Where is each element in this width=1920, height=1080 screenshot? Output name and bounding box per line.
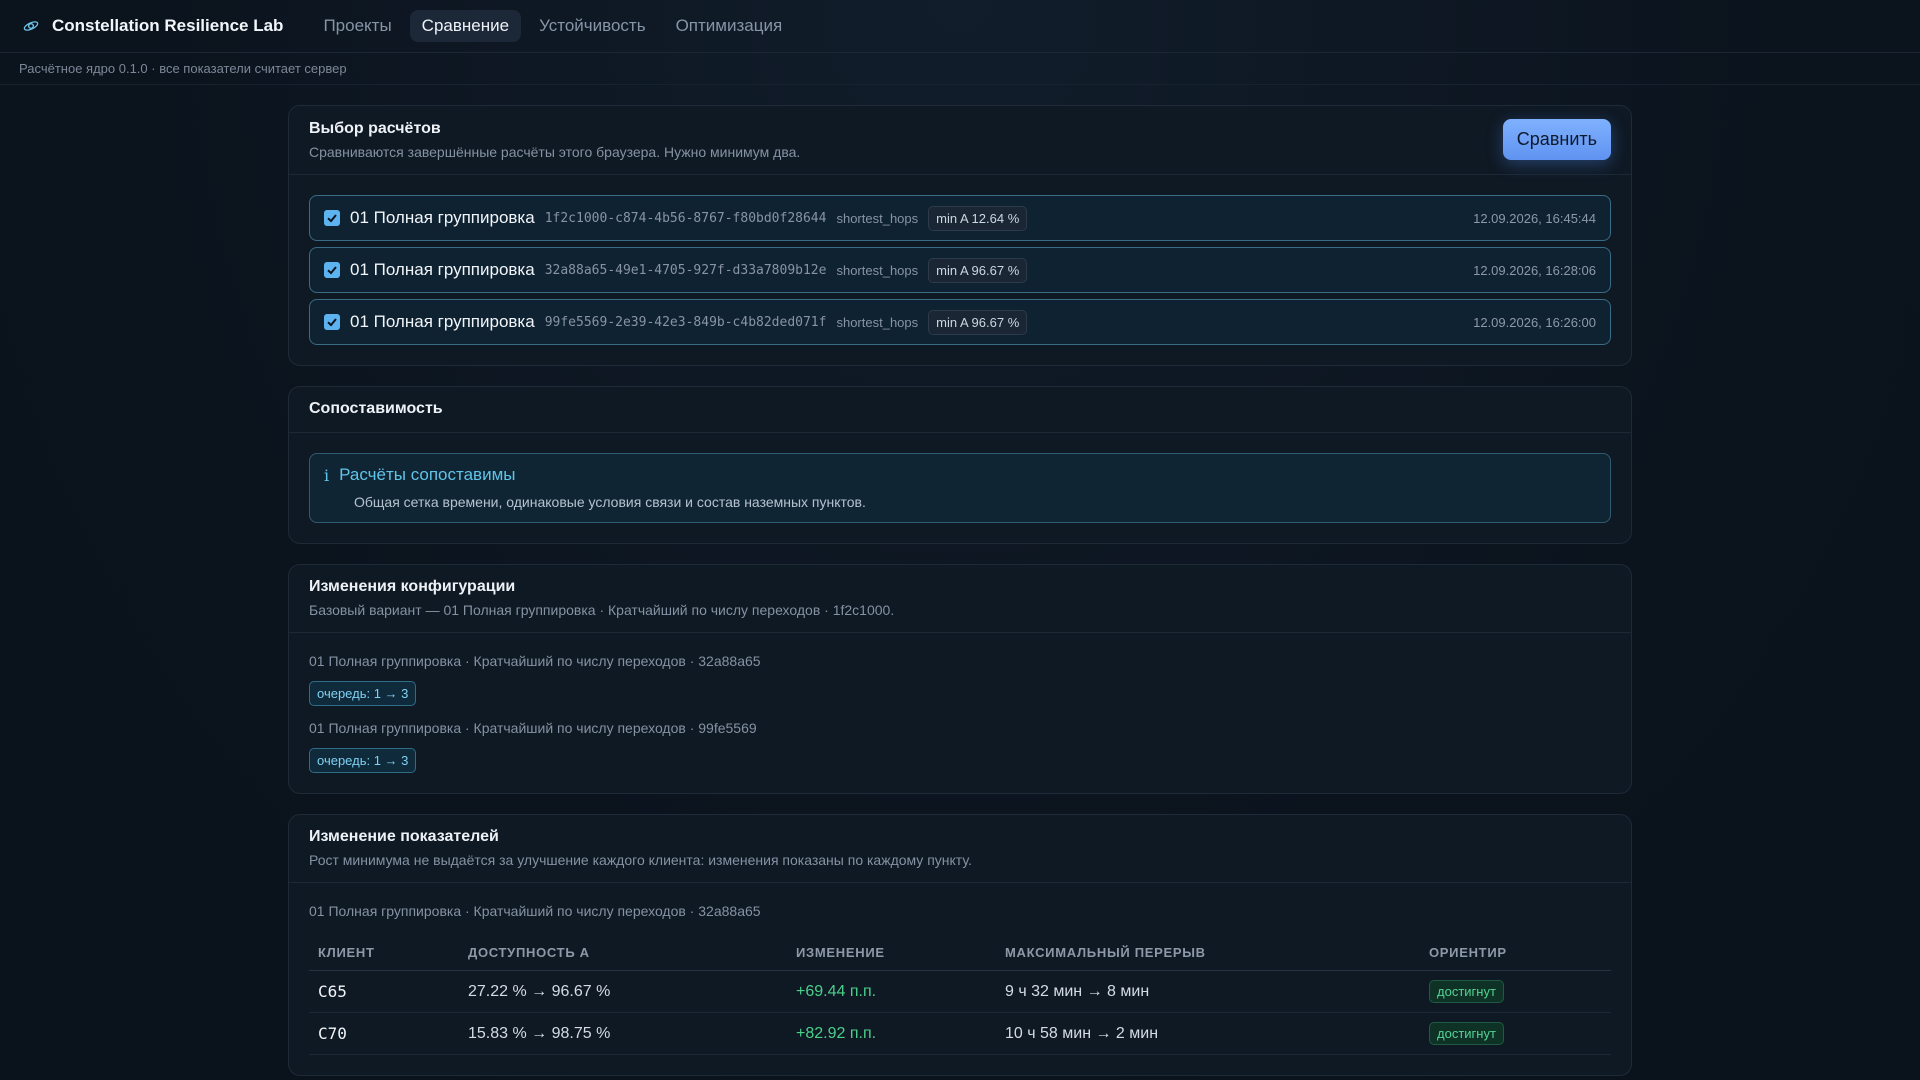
engine-version-bar: Расчётное ядро 0.1.0 · все показатели сч…	[0, 53, 1920, 85]
target-status-badge: достигнут	[1429, 1022, 1504, 1045]
max-gap-change: 9 ч 32 мин → 8 мин	[996, 970, 1420, 1013]
main-content: Выбор расчётов Сравниваются завершённые …	[288, 85, 1632, 1076]
run-checkbox[interactable]	[324, 210, 340, 226]
comparability-header: Сопоставимость	[289, 387, 1631, 433]
config-run-line: 01 Полная группировка · Кратчайший по чи…	[309, 720, 757, 736]
target-cell: достигнут	[1420, 1012, 1611, 1055]
checkmark-icon	[327, 318, 337, 327]
config-changes-panel: Изменения конфигурации Базовый вариант —…	[288, 564, 1632, 794]
panel-description: Сравниваются завершённые расчёты этого б…	[309, 143, 801, 160]
metrics-body: 01 Полная группировка · Кратчайший по чи…	[289, 883, 1631, 1075]
run-id: 1f2c1000-c874-4b56-8767-f80bd0f28644	[544, 210, 827, 226]
run-date: 12.09.2026, 16:28:06	[1473, 262, 1596, 278]
panel-description: Базовый вариант — 01 Полная группировка …	[309, 602, 895, 618]
min-availability-badge: min A 12.64 %	[928, 205, 1028, 231]
run-date: 12.09.2026, 16:26:00	[1473, 314, 1596, 330]
panel-title: Сопоставимость	[309, 400, 443, 417]
panel-title: Изменения конфигурации	[309, 578, 516, 595]
availability-delta: +82.92 п.п.	[787, 1012, 996, 1055]
run-name: 01 Полная группировка	[350, 312, 535, 331]
satellite-icon	[23, 21, 39, 31]
run-algorithm: shortest_hops	[836, 210, 919, 226]
metrics-header: Изменение показателей Рост минимума не в…	[289, 815, 1631, 883]
min-availability-badge: min A 96.67 %	[928, 257, 1028, 283]
config-changes-body: 01 Полная группировка · Кратчайший по чи…	[289, 633, 1631, 793]
queue-change-chip: очередь: 1 → 3	[309, 681, 417, 706]
availability-delta: +69.44 п.п.	[787, 970, 996, 1013]
min-availability-badge: min A 96.67 %	[928, 309, 1028, 335]
column-header-target[interactable]: ОРИЕНТИР	[1420, 935, 1611, 971]
table-header-row: КЛИЕНТ ДОСТУПНОСТЬ A ИЗМЕНЕНИЕ МАКСИМАЛЬ…	[309, 935, 1611, 971]
comparability-panel: Сопоставимость i Расчёты сопоставимы Общ…	[288, 386, 1632, 544]
brand[interactable]: Constellation Resilience Lab	[22, 16, 283, 36]
run-list: 01 Полная группировка 1f2c1000-c874-4b56…	[289, 175, 1631, 365]
top-navigation-bar: Constellation Resilience Lab Проекты Сра…	[0, 0, 1920, 53]
run-checkbox[interactable]	[324, 314, 340, 330]
info-icon: i	[324, 465, 330, 485]
table-row[interactable]: C70 15.83 % → 98.75 % +82.92 п.п. 10 ч 5…	[309, 1012, 1611, 1055]
app-name: Constellation Resilience Lab	[52, 16, 284, 35]
checkmark-icon	[327, 214, 337, 223]
run-selection-panel: Выбор расчётов Сравниваются завершённые …	[288, 105, 1632, 366]
run-algorithm: shortest_hops	[836, 314, 919, 330]
panel-title: Выбор расчётов	[309, 119, 441, 137]
info-text: Общая сетка времени, одинаковые условия …	[354, 494, 866, 510]
comparability-info-box: i Расчёты сопоставимы Общая сетка времен…	[309, 453, 1611, 523]
target-cell: достигнут	[1420, 970, 1611, 1013]
column-header-availability[interactable]: ДОСТУПНОСТЬ A	[459, 935, 787, 971]
run-row[interactable]: 01 Полная группировка 1f2c1000-c874-4b56…	[309, 195, 1611, 241]
run-algorithm: shortest_hops	[836, 262, 919, 278]
main-nav: Проекты Сравнение Устойчивость Оптимизац…	[311, 10, 794, 42]
run-selection-header: Выбор расчётов Сравниваются завершённые …	[289, 106, 1631, 175]
run-date: 12.09.2026, 16:45:44	[1473, 210, 1596, 226]
client-id: C70	[309, 1012, 459, 1055]
compare-button[interactable]: Сравнить	[1502, 119, 1611, 160]
queue-change-chip: очередь: 1 → 3	[309, 748, 417, 773]
panel-description: Рост минимума не выдаётся за улучшение к…	[309, 852, 972, 868]
max-gap-change: 10 ч 58 мин → 2 мин	[996, 1012, 1420, 1055]
tab-comparison[interactable]: Сравнение	[409, 10, 522, 42]
run-checkbox[interactable]	[324, 262, 340, 278]
info-title: Расчёты сопоставимы	[339, 465, 516, 484]
tab-projects[interactable]: Проекты	[311, 10, 403, 42]
availability-change: 15.83 % → 98.75 %	[459, 1012, 787, 1055]
config-run-line: 01 Полная группировка · Кратчайший по чи…	[309, 653, 761, 669]
table-row[interactable]: C65 27.22 % → 96.67 % +69.44 п.п. 9 ч 32…	[309, 970, 1611, 1013]
run-name: 01 Полная группировка	[350, 208, 535, 227]
run-id: 32a88a65-49e1-4705-927f-d33a7809b12e	[544, 262, 827, 278]
run-name: 01 Полная группировка	[350, 260, 535, 279]
column-header-max-gap[interactable]: МАКСИМАЛЬНЫЙ ПЕРЕРЫВ	[996, 935, 1420, 971]
comparison-caption: 01 Полная группировка · Кратчайший по чи…	[309, 903, 761, 919]
checkmark-icon	[327, 266, 337, 275]
config-changes-header: Изменения конфигурации Базовый вариант —…	[289, 565, 1631, 633]
tab-optimization[interactable]: Оптимизация	[664, 10, 795, 42]
run-id: 99fe5569-2e39-42e3-849b-c4b82ded071f	[544, 314, 827, 330]
metrics-change-panel: Изменение показателей Рост минимума не в…	[288, 814, 1632, 1076]
run-row[interactable]: 01 Полная группировка 99fe5569-2e39-42e3…	[309, 299, 1611, 345]
target-status-badge: достигнут	[1429, 980, 1504, 1003]
run-row[interactable]: 01 Полная группировка 32a88a65-49e1-4705…	[309, 247, 1611, 293]
client-id: C65	[309, 970, 459, 1013]
panel-title: Изменение показателей	[309, 828, 499, 845]
column-header-change[interactable]: ИЗМЕНЕНИЕ	[787, 935, 996, 971]
tab-resilience[interactable]: Устойчивость	[527, 10, 658, 42]
comparability-body: i Расчёты сопоставимы Общая сетка времен…	[289, 433, 1631, 543]
availability-change: 27.22 % → 96.67 %	[459, 970, 787, 1013]
metrics-table: КЛИЕНТ ДОСТУПНОСТЬ A ИЗМЕНЕНИЕ МАКСИМАЛЬ…	[309, 935, 1611, 1055]
engine-version-text: Расчётное ядро 0.1.0 · все показатели сч…	[19, 61, 347, 76]
column-header-client[interactable]: КЛИЕНТ	[309, 935, 459, 971]
